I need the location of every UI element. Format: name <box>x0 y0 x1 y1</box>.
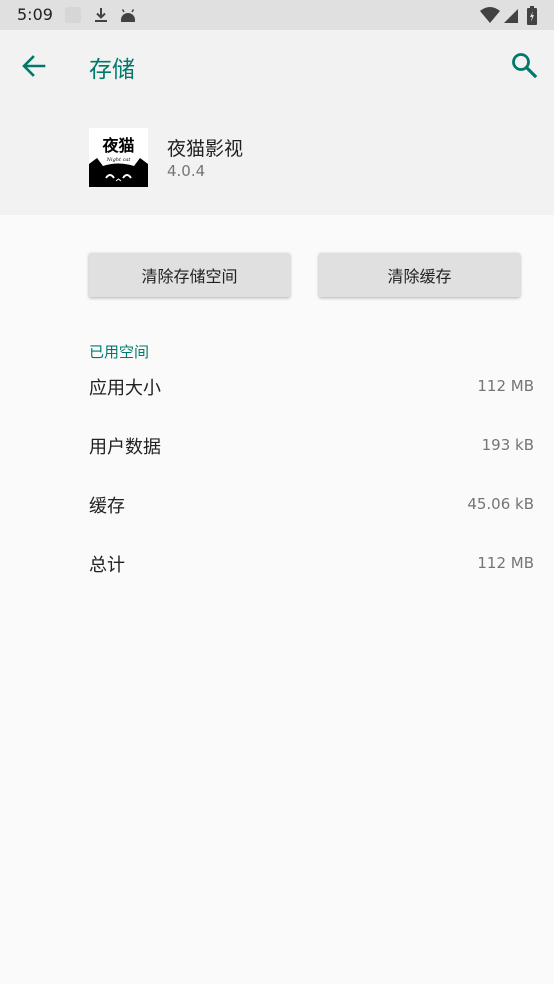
row-value: 112 MB <box>477 554 534 572</box>
row-value: 112 MB <box>477 377 534 395</box>
clear-cache-button[interactable]: 清除缓存 <box>319 253 520 297</box>
app-icon-text: 夜猫 <box>101 136 134 155</box>
app-icon-subtext: Night cat <box>106 157 132 163</box>
app-version: 4.0.4 <box>167 162 206 180</box>
usage-row-user-data: 用户数据 193 kB <box>89 433 534 463</box>
page-title: 存储 <box>89 57 135 83</box>
blank-notification-icon <box>65 7 81 23</box>
wifi-icon <box>480 7 500 23</box>
battery-icon <box>527 6 537 25</box>
row-value: 193 kB <box>481 436 534 454</box>
download-icon <box>95 8 107 22</box>
app-icon: 夜猫 Night cat <box>89 128 148 187</box>
status-bar: 5:09 <box>0 0 554 30</box>
app-header: 夜猫 Night cat 夜猫影视 4.0.4 <box>0 100 554 215</box>
row-label: 总计 <box>89 555 125 576</box>
arrow-back-icon[interactable] <box>18 50 50 82</box>
row-label: 用户数据 <box>89 437 161 458</box>
android-icon <box>121 9 135 22</box>
usage-row-app-size: 应用大小 112 MB <box>89 374 534 404</box>
app-bar: 存储 <box>0 30 554 100</box>
night-cat-logo-icon: 夜猫 Night cat <box>89 128 148 187</box>
row-label: 应用大小 <box>89 378 161 399</box>
row-value: 45.06 kB <box>467 495 534 513</box>
signal-icon <box>504 9 518 23</box>
status-time: 5:09 <box>17 5 53 24</box>
usage-row-total: 总计 112 MB <box>89 551 534 581</box>
app-name: 夜猫影视 <box>167 138 244 160</box>
usage-row-cache: 缓存 45.06 kB <box>89 492 534 522</box>
search-icon[interactable] <box>507 48 543 84</box>
clear-storage-button[interactable]: 清除存储空间 <box>89 253 290 297</box>
row-label: 缓存 <box>89 496 125 517</box>
section-title-space-used: 已用空间 <box>89 343 150 361</box>
